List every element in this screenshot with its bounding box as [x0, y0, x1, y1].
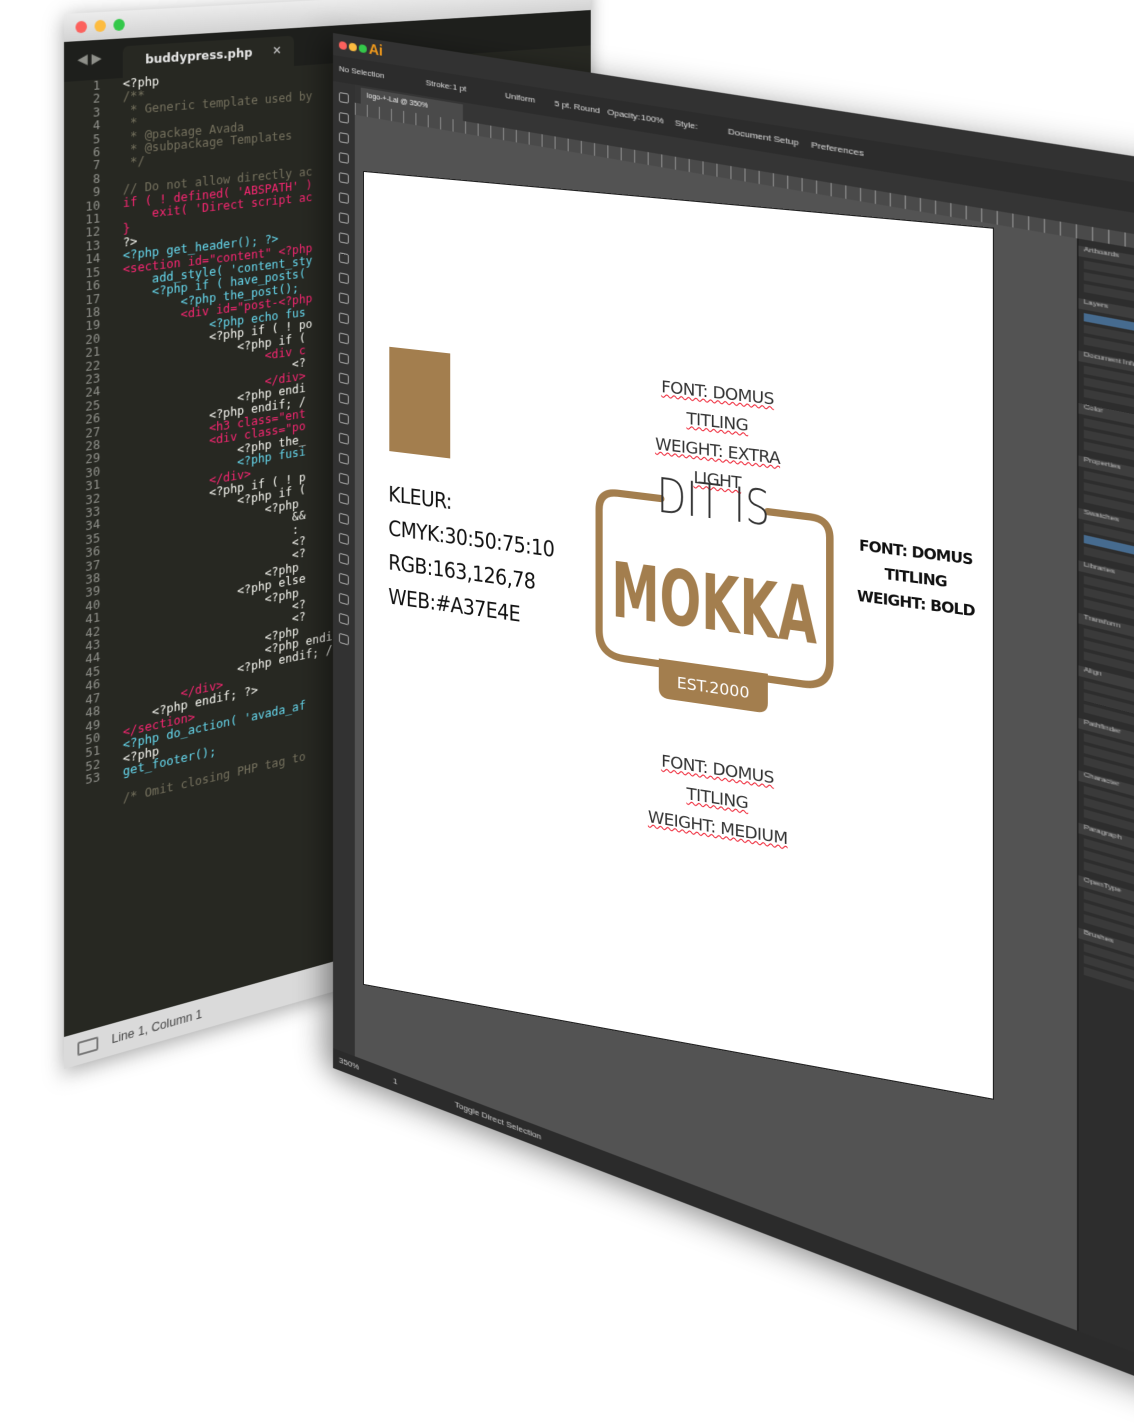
minimize-window-button[interactable] [95, 20, 106, 33]
pen-tool-icon[interactable] [339, 172, 349, 184]
artboard-number-field[interactable]: 1 [393, 1076, 398, 1087]
color-specification: KLEUR: CMYK:30:50:75:10 RGB:163,126,78 W… [388, 477, 554, 637]
mesh-tool-icon[interactable] [339, 452, 349, 464]
brush-profile-select[interactable]: Uniform [505, 91, 535, 105]
illustrator-logo: Ai [369, 41, 383, 59]
tab-label: buddypress.php [145, 46, 252, 68]
logo-line2: MOKKA [611, 546, 817, 663]
scale-tool-icon[interactable] [339, 352, 349, 364]
zoom-window-button[interactable] [359, 44, 367, 53]
tab-navigation-arrows-icon[interactable]: ◀ ▶ [77, 50, 101, 68]
graph-tool-icon[interactable] [339, 553, 349, 566]
slice-tool-icon[interactable] [339, 593, 349, 606]
hand-tool-icon[interactable] [339, 613, 349, 626]
document-setup-button[interactable]: Document Setup [728, 126, 799, 147]
paintbrush-tool-icon[interactable] [339, 272, 349, 284]
minimize-window-button[interactable] [349, 42, 357, 51]
opacity-field[interactable]: 100% [641, 112, 664, 125]
selection-status: No Selection [339, 64, 384, 80]
lasso-tool-icon[interactable] [339, 152, 349, 164]
panel-toggle-icon[interactable] [77, 1036, 98, 1056]
font-spec-medium: FONT: DOMUS TITLING WEIGHT: MEDIUM [634, 743, 802, 856]
close-tab-icon[interactable]: × [272, 43, 282, 58]
font-name: FONT: DOMUS TITLING [661, 751, 774, 813]
zoom-level-field[interactable]: 350% [339, 1055, 359, 1072]
selection-tool-icon[interactable] [339, 92, 349, 104]
rotate-tool-icon[interactable] [339, 332, 349, 344]
stroke-weight-field[interactable]: 1 pt [453, 82, 467, 94]
font-spec-bold: FONT: DOMUS TITLING WEIGHT: BOLD [851, 533, 980, 626]
symbol-sprayer-tool-icon[interactable] [339, 533, 349, 546]
font-name: FONT: DOMUS TITLING [661, 377, 774, 436]
magic-wand-tool-icon[interactable] [339, 132, 349, 144]
preferences-button[interactable]: Preferences [811, 140, 864, 159]
rectangle-tool-icon[interactable] [339, 252, 349, 264]
color-swatch[interactable] [389, 347, 450, 459]
width-tool-icon[interactable] [339, 372, 349, 384]
style-label: Style: [675, 118, 698, 131]
brush-definition-select[interactable]: 5 pt. Round [555, 99, 600, 116]
perspective-grid-tool-icon[interactable] [339, 432, 349, 444]
eraser-tool-icon[interactable] [339, 312, 349, 324]
cursor-position: Line 1, Column 1 [112, 1006, 203, 1046]
curvature-tool-icon[interactable] [339, 192, 349, 204]
shape-builder-tool-icon[interactable] [339, 412, 349, 424]
pencil-tool-icon[interactable] [339, 292, 349, 304]
close-window-button[interactable] [339, 41, 347, 50]
free-transform-tool-icon[interactable] [339, 392, 349, 404]
artboard-tool-icon[interactable] [339, 573, 349, 586]
close-window-button[interactable] [76, 21, 87, 34]
gradient-tool-icon[interactable] [339, 472, 349, 485]
zoom-tool-icon[interactable] [339, 633, 349, 646]
line-number-gutter: 1 2 3 4 5 6 7 8 9 10 11 12 13 14 15 16 17 18 19 20 21 22 23 24 2… [64, 79, 108, 793]
opacity-label: Opacity: [607, 107, 640, 122]
tools-panel [333, 81, 355, 1076]
mokka-logo[interactable]: DIT IS MOKKA EST.2000 [589, 444, 841, 758]
zoom-window-button[interactable] [113, 19, 124, 32]
type-tool-icon[interactable] [339, 212, 349, 224]
stroke-label: Stroke: [426, 78, 452, 91]
eyedropper-tool-icon[interactable] [339, 493, 349, 506]
direct-selection-tool-icon[interactable] [339, 112, 349, 124]
blend-tool-icon[interactable] [339, 513, 349, 526]
logo-line1: DIT IS [657, 467, 770, 537]
artboard[interactable]: KLEUR: CMYK:30:50:75:10 RGB:163,126,78 W… [364, 172, 993, 1099]
panel-dock: Artboards Layers Document Info Color Propert… [1077, 238, 1134, 1400]
line-tool-icon[interactable] [339, 232, 349, 244]
